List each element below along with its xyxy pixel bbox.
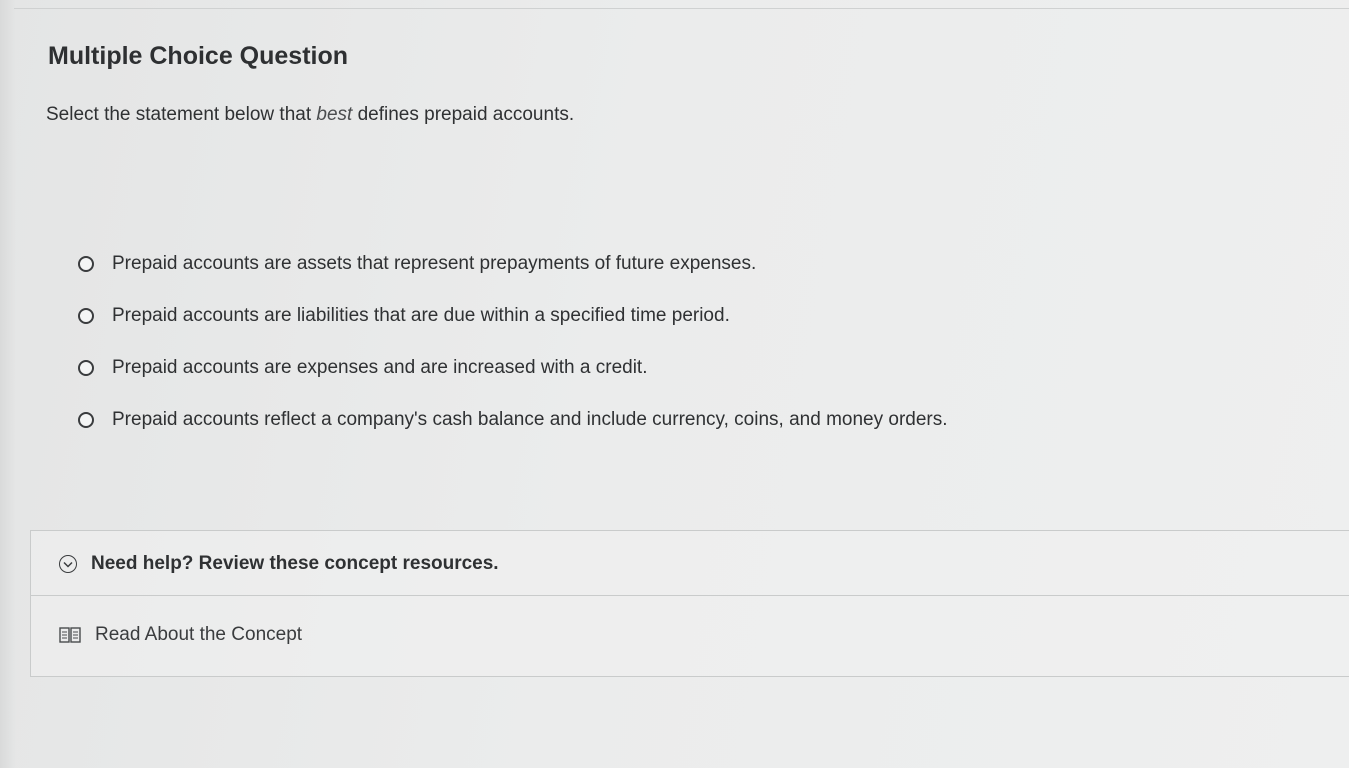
read-about-concept-link[interactable]: Read About the Concept [59, 624, 302, 646]
choice-label: Prepaid accounts are expenses and are in… [112, 357, 648, 378]
radio-button-icon[interactable] [78, 412, 94, 428]
concept-resources-toggle[interactable]: Need help? Review these concept resource… [59, 553, 499, 575]
answer-choice-1[interactable]: Prepaid accounts are assets that represe… [78, 238, 1078, 290]
book-icon [59, 626, 81, 644]
top-divider [14, 8, 1349, 9]
concept-resources-header: Need help? Review these concept resource… [91, 553, 499, 574]
choice-label: Prepaid accounts are liabilities that ar… [112, 305, 730, 326]
answer-choices: Prepaid accounts are assets that represe… [78, 238, 1078, 446]
choice-label: Prepaid accounts are assets that represe… [112, 253, 757, 274]
question-title: Multiple Choice Question [48, 42, 349, 70]
chevron-down-circle-icon[interactable] [59, 555, 77, 573]
prompt-text-after: defines prepaid accounts. [352, 104, 575, 125]
page-edge-shadow [0, 0, 16, 768]
answer-choice-2[interactable]: Prepaid accounts are liabilities that ar… [78, 290, 1078, 342]
answer-choice-3[interactable]: Prepaid accounts are expenses and are in… [78, 342, 1078, 394]
choice-label: Prepaid accounts reflect a company's cas… [112, 409, 948, 430]
radio-button-icon[interactable] [78, 308, 94, 324]
prompt-text-before: Select the statement below that [46, 104, 317, 125]
radio-button-icon[interactable] [78, 360, 94, 376]
read-about-concept-label: Read About the Concept [95, 624, 303, 645]
panel-divider [31, 595, 1349, 596]
answer-choice-4[interactable]: Prepaid accounts reflect a company's cas… [78, 394, 1078, 446]
prompt-emphasis: best [316, 104, 353, 125]
concept-resources-panel: Need help? Review these concept resource… [30, 530, 1349, 677]
question-page: Multiple Choice Question Select the stat… [0, 0, 1349, 768]
question-prompt: Select the statement below that best def… [46, 104, 574, 126]
radio-button-icon[interactable] [78, 256, 94, 272]
